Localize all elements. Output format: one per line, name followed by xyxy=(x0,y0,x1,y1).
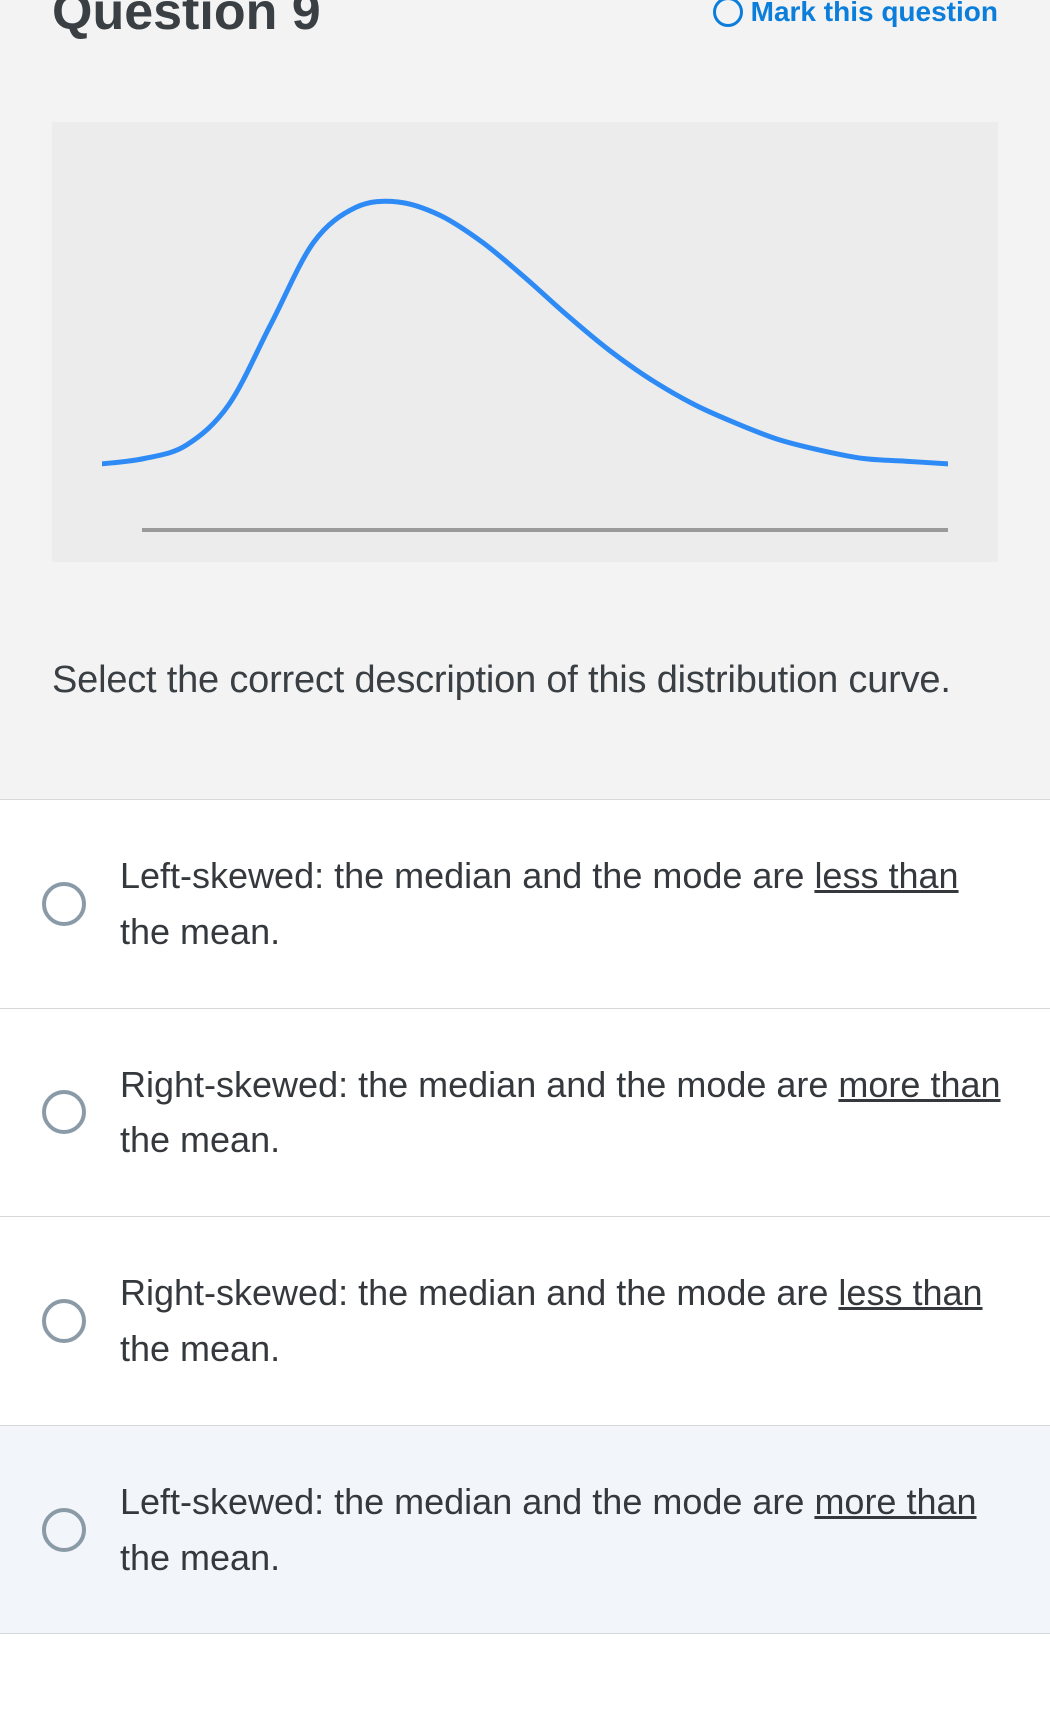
distribution-curve xyxy=(102,201,948,464)
question-title: Question 9 xyxy=(52,0,321,38)
radio-icon xyxy=(42,1508,86,1552)
answer-suffix: the mean. xyxy=(120,1328,280,1369)
question-header-section: Question 9 Mark this question Select the… xyxy=(0,0,1050,799)
circle-icon xyxy=(713,0,743,27)
answer-suffix: the mean. xyxy=(120,1537,280,1578)
answer-option-2[interactable]: Right-skewed: the median and the mode ar… xyxy=(0,1009,1050,1218)
radio-icon xyxy=(42,1090,86,1134)
answer-suffix: the mean. xyxy=(120,1119,280,1160)
curve-svg xyxy=(102,192,948,492)
answer-text: Right-skewed: the median and the mode ar… xyxy=(120,1057,1008,1169)
answer-text: Right-skewed: the median and the mode ar… xyxy=(120,1265,1008,1377)
answer-prefix: Left-skewed: the median and the mode are xyxy=(120,1481,814,1522)
chart-panel xyxy=(52,122,998,562)
answer-underlined: more than xyxy=(838,1064,1000,1105)
header-row: Question 9 Mark this question xyxy=(52,0,998,52)
answer-prefix: Left-skewed: the median and the mode are xyxy=(120,855,814,896)
question-prompt: Select the correct description of this d… xyxy=(52,652,998,709)
answer-underlined: less than xyxy=(838,1272,982,1313)
answer-text: Left-skewed: the median and the mode are… xyxy=(120,848,1008,960)
answer-underlined: less than xyxy=(814,855,958,896)
answer-prefix: Right-skewed: the median and the mode ar… xyxy=(120,1064,838,1105)
answer-underlined: more than xyxy=(814,1481,976,1522)
answer-option-1[interactable]: Left-skewed: the median and the mode are… xyxy=(0,800,1050,1009)
answer-option-4[interactable]: Left-skewed: the median and the mode are… xyxy=(0,1426,1050,1635)
answer-options: Left-skewed: the median and the mode are… xyxy=(0,799,1050,1634)
answer-prefix: Right-skewed: the median and the mode ar… xyxy=(120,1272,838,1313)
answer-option-3[interactable]: Right-skewed: the median and the mode ar… xyxy=(0,1217,1050,1426)
radio-icon xyxy=(42,1299,86,1343)
distribution-chart xyxy=(102,192,948,532)
x-axis-line xyxy=(142,528,948,532)
mark-question-label: Mark this question xyxy=(751,0,998,28)
answer-suffix: the mean. xyxy=(120,911,280,952)
radio-icon xyxy=(42,882,86,926)
answer-text: Left-skewed: the median and the mode are… xyxy=(120,1474,1008,1586)
mark-question-button[interactable]: Mark this question xyxy=(713,0,998,28)
